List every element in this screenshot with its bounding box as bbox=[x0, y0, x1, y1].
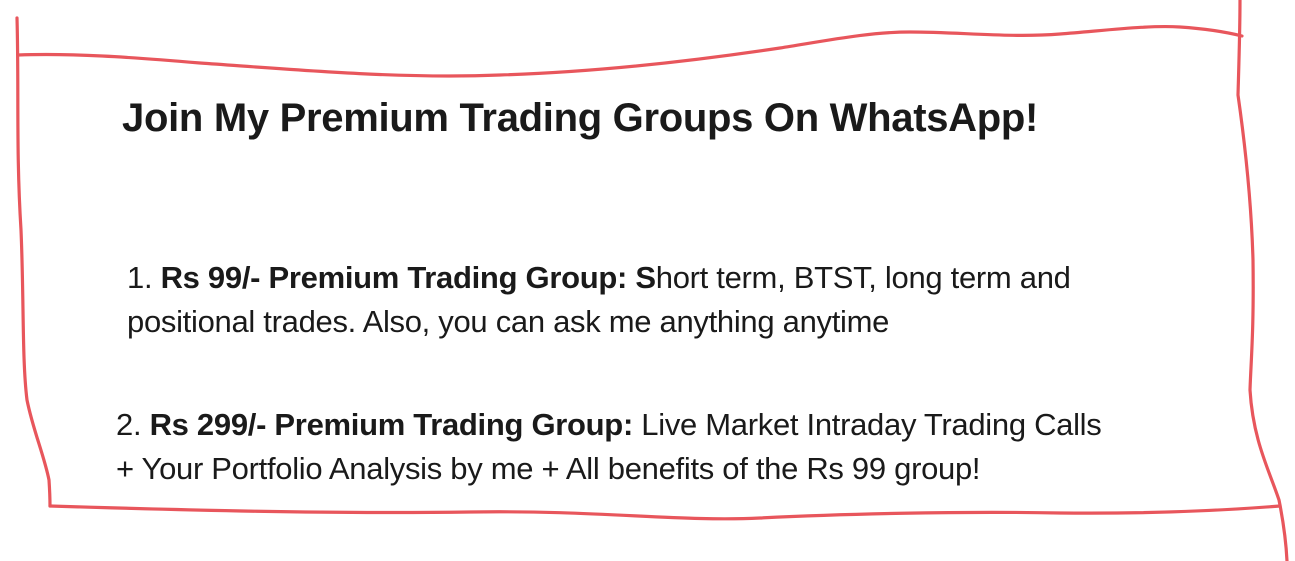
border-left-stroke bbox=[15, 16, 52, 508]
item-price: Rs 99/- bbox=[160, 260, 261, 295]
item-line-2: + Your Portfolio Analysis by me + All be… bbox=[116, 451, 981, 486]
item-number: 2. bbox=[116, 407, 142, 442]
item-number: 1. bbox=[127, 260, 153, 295]
item-lead-letter: S bbox=[635, 260, 656, 295]
border-right-stroke bbox=[1236, 0, 1289, 561]
list-item-rs-99-group: 1. Rs 99/- Premium Trading Group: Short … bbox=[127, 256, 1071, 344]
item-description: hort term, BTST, long term and bbox=[655, 260, 1071, 295]
item-price: Rs 299/- bbox=[149, 407, 267, 442]
item-line-1: 2. Rs 299/- Premium Trading Group: Live … bbox=[116, 403, 1102, 447]
border-bottom-stroke bbox=[48, 504, 1282, 521]
border-top-stroke bbox=[16, 24, 1244, 78]
page-title: Join My Premium Trading Groups On WhatsA… bbox=[122, 96, 1039, 140]
item-description: Live Market Intraday Trading Calls bbox=[641, 407, 1102, 442]
item-group-name: Premium Trading Group: bbox=[274, 407, 633, 442]
item-group-name: Premium Trading Group: bbox=[268, 260, 628, 295]
item-line-2: positional trades. Also, you can ask me … bbox=[127, 304, 890, 339]
list-item-rs-299-group: 2. Rs 299/- Premium Trading Group: Live … bbox=[116, 403, 1102, 491]
item-line-1: 1. Rs 99/- Premium Trading Group: Short … bbox=[127, 256, 1071, 300]
